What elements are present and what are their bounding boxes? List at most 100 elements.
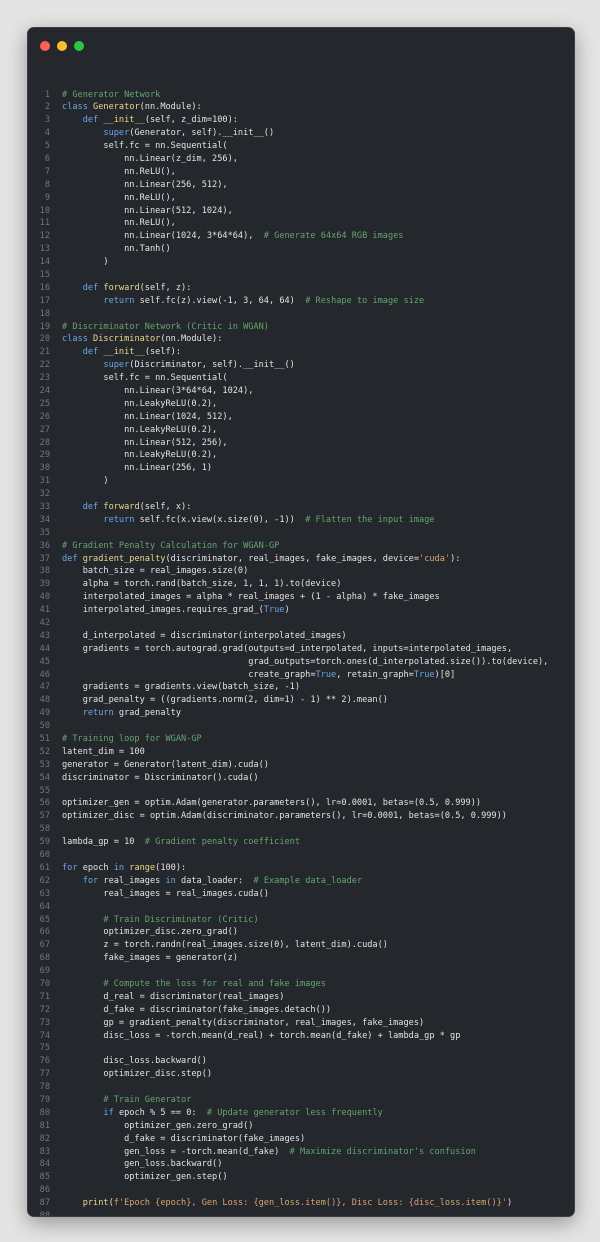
line-number: 65 [39,914,50,925]
line-number: 41 [39,605,50,616]
code-token: return [103,295,140,306]
code-line: 88 [28,1210,574,1217]
code-token: nn.Linear(256, 1) [62,463,213,474]
code-line: 27 nn.LeakyReLU(0.2), [28,424,574,437]
line-number: 84 [39,1159,50,1170]
line-number: 59 [39,837,50,848]
code-token: optimizer_gen.zero_grad() [62,1120,254,1131]
code-token: (Generator, self).__init__() [129,128,275,139]
code-line: 25 nn.LeakyReLU(0.2), [28,398,574,411]
code-token: optimizer_gen = optim.Adam(generator.par… [62,798,482,809]
code-token: # Flatten the input image [305,514,435,525]
code-token: for [82,875,104,886]
line-number: 49 [39,708,50,719]
line-number: 46 [39,669,50,680]
code-token: super [103,128,130,139]
code-line: 7 nn.ReLU(), [28,166,574,179]
line-number: 81 [39,1120,50,1131]
line-number: 88 [39,1210,50,1217]
line-number: 27 [39,424,50,435]
code-token: 'cuda' [419,553,451,564]
code-token: gradient_penalty [82,553,166,564]
code-token: # Gradient penalty coefficient [144,837,301,848]
code-token: def [82,347,104,358]
code-line: 20 class Discriminator(nn.Module): [28,333,574,346]
code-token: nn.ReLU(), [62,166,176,177]
code-token: self.fc = nn.Sequential( [62,373,228,384]
code-line: 84 gen_loss.backward() [28,1158,574,1171]
code-line: 82 d_fake = discriminator(fake_images) [28,1133,574,1146]
code-line: 1 # Generator Network [28,89,574,102]
code-line: 31 ) [28,475,574,488]
line-number: 56 [39,798,50,809]
line-number: 23 [39,373,50,384]
line-number: 67 [39,940,50,951]
line-number: 71 [39,991,50,1002]
line-number: 82 [39,1133,50,1144]
close-icon[interactable] [40,41,50,51]
line-number: 70 [39,978,50,989]
maximize-icon[interactable] [74,41,84,51]
code-token: (discriminator, real_images, fake_images… [165,553,420,564]
code-token: data_loader: [181,875,254,886]
code-token: create_graph= [62,669,316,680]
code-token: generator = Generator(latent_dim).cuda() [62,759,269,770]
line-number: 57 [39,811,50,822]
code-token: nn.Linear(1024, 512), [62,411,233,422]
code-token: lambda_gp = 10 [62,837,145,848]
title-bar [28,28,574,64]
code-token: (Discriminator, self).__init__() [129,360,295,371]
code-token: # Gradient Penalty Calculation for WGAN-… [62,540,280,551]
code-token: # Compute the loss for real and fake ima… [103,978,326,989]
code-token: super [103,360,130,371]
code-token: print [82,1198,109,1209]
line-number: 64 [39,901,50,912]
code-token: optimizer_disc.step() [62,1069,213,1080]
code-token: (nn.Module): [139,102,202,113]
code-token: interpolated_images = alpha * real_image… [62,592,440,603]
code-token: alpha = torch.rand(batch_size, 1, 1, 1).… [62,579,342,590]
code-token: True [315,669,337,680]
line-number: 79 [39,1094,50,1105]
code-token: # Update generator less frequently [206,1107,383,1118]
code-line: 37 def gradient_penalty(discriminator, re… [28,553,574,566]
code-line: 16 def forward(self, z): [28,282,574,295]
line-number: 30 [39,463,50,474]
code-line: 48 grad_penalty = ((gradients.norm(2, di… [28,694,574,707]
code-token: disc_loss = -torch.mean(d_real) + torch.… [62,1030,461,1041]
minimize-icon[interactable] [57,41,67,51]
code-token: # Example data_loader [253,875,363,886]
code-token: # Train Generator [103,1094,192,1105]
code-token: True [413,669,435,680]
code-line: 50 [28,720,574,733]
line-number: 61 [39,862,50,873]
code-token: grad_penalty [118,708,182,719]
code-line: 29 nn.LeakyReLU(0.2), [28,449,574,462]
line-number: 32 [39,489,50,500]
code-editor[interactable]: 1 # Generator Network 2 class Generator(nn.… [28,89,574,1217]
code-line: 2 class Generator(nn.Module): [28,101,574,114]
code-line: 23 self.fc = nn.Sequential( [28,372,574,385]
line-number: 86 [39,1185,50,1196]
code-token: optimizer_disc = optim.Adam(discriminato… [62,811,507,822]
code-line: 78 [28,1081,574,1094]
line-number: 50 [39,721,50,732]
code-line: 55 [28,785,574,798]
code-line: 11 nn.ReLU(), [28,217,574,230]
code-line: 45 grad_outputs=torch.ones(d_interpolate… [28,656,574,669]
code-line: 38 batch_size = real_images.size(0) [28,565,574,578]
code-token: def [62,553,83,564]
code-token: def [82,115,104,126]
code-line: 12 nn.Linear(1024, 3*64*64), # Generate … [28,230,574,243]
code-token: # Discriminator Network (Critic in WGAN) [62,321,269,332]
code-token: d_fake = discriminator(fake_images.detac… [62,1004,332,1015]
line-number: 47 [39,682,50,693]
line-number: 85 [39,1172,50,1183]
code-token: real_images [103,875,166,886]
code-token: __init__ [103,347,145,358]
